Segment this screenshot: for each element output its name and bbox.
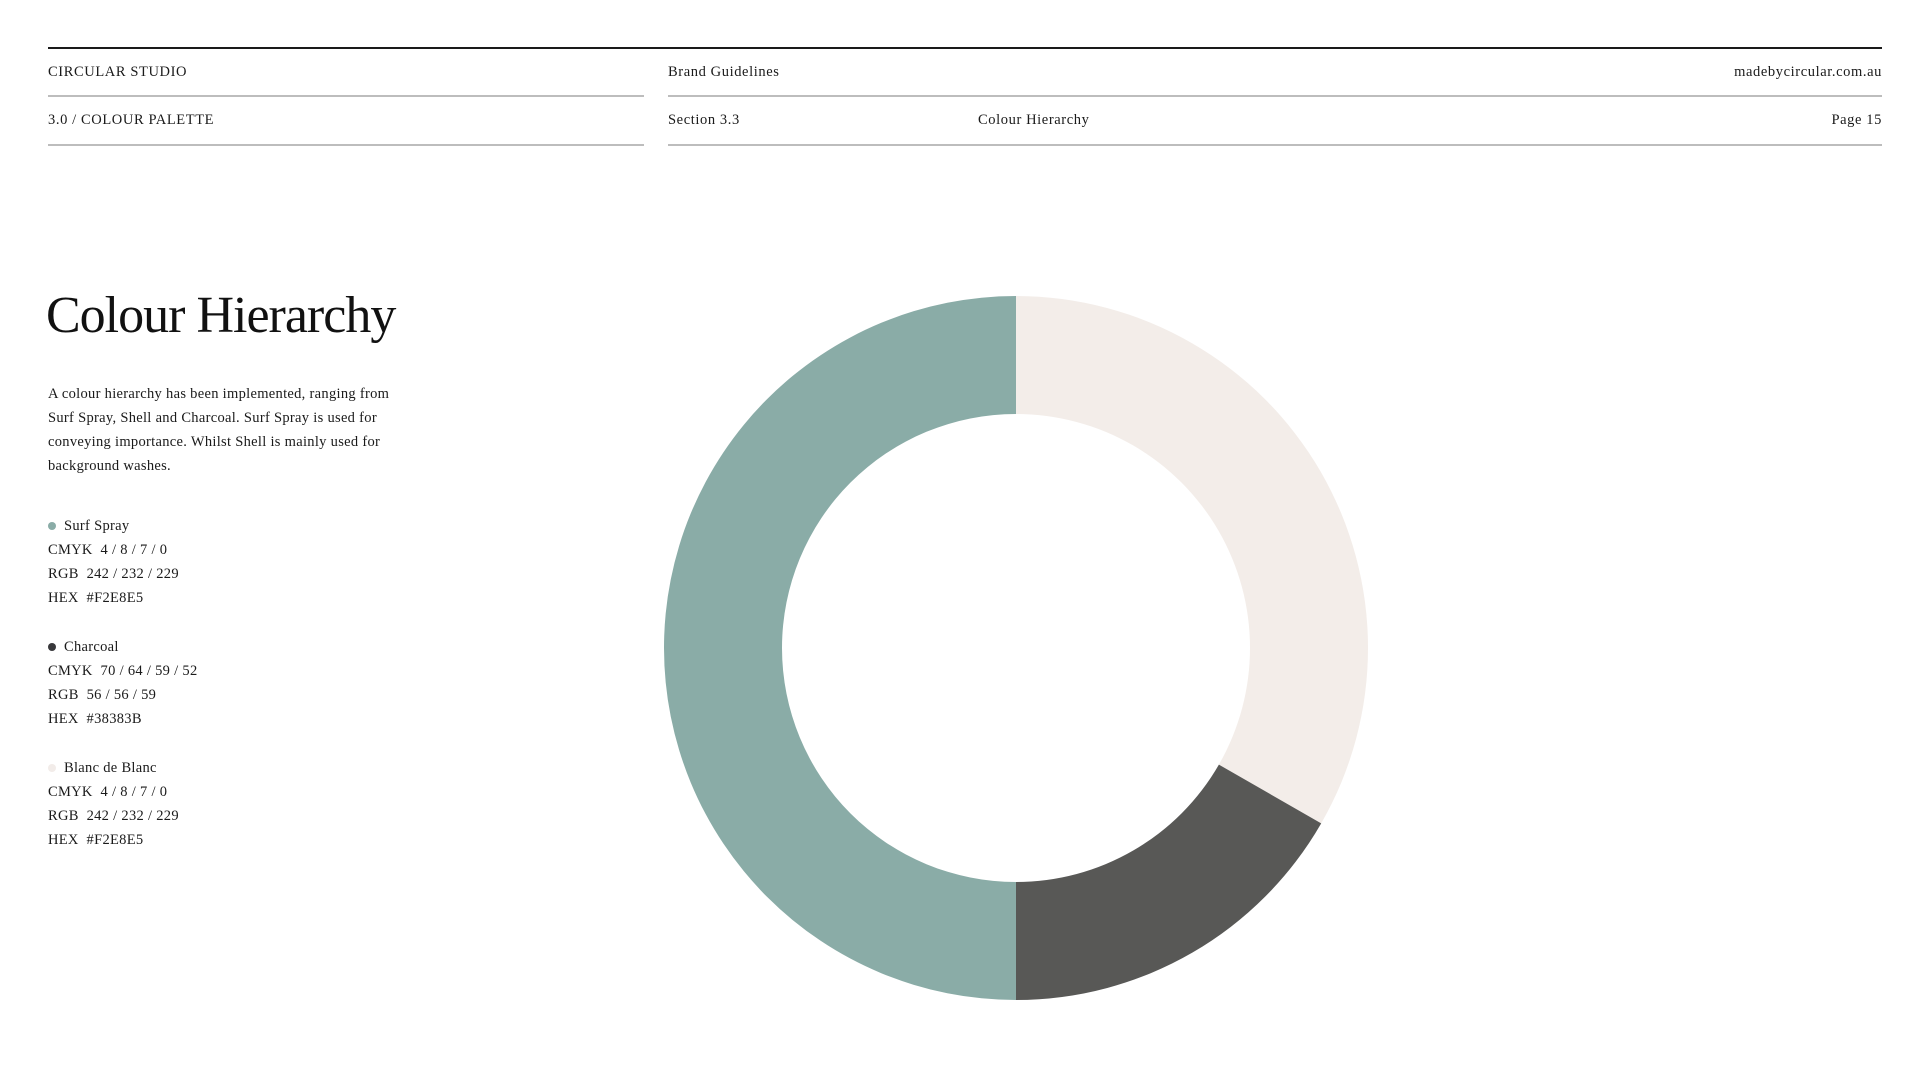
chapter-label: 3.0 / COLOUR PALETTE [48,112,215,128]
header-rule-right-1 [668,95,1882,97]
swatch-cmyk: CMYK 70 / 64 / 59 / 52 [48,663,198,679]
swatch-cmyk: CMYK 4 / 8 / 7 / 0 [48,784,168,800]
studio-name: CIRCULAR STUDIO [48,64,188,80]
swatch-name: Blanc de Blanc [64,760,157,776]
swatch-hex: HEX #38383B [48,711,142,727]
website-link[interactable]: madebycircular.com.au [1734,64,1882,81]
color-dot-icon [48,522,56,530]
header-rule-left-2 [48,144,644,146]
donut-slice-charcoal [1016,764,1322,1000]
page-number: Page 15 [1831,112,1882,128]
colour-hierarchy-donut-chart [664,296,1368,1000]
color-dot-icon [48,764,56,772]
header-rule-left-1 [48,95,644,97]
swatch-surf-spray: Surf Spray CMYK 4 / 8 / 7 / 0 RGB 242 / … [48,514,179,610]
section-title: Colour Hierarchy [978,112,1090,128]
swatch-charcoal: Charcoal CMYK 70 / 64 / 59 / 52 RGB 56 /… [48,635,198,731]
page-title: Colour Hierarchy [46,287,396,344]
donut-slice-surf-spray [664,296,1016,1000]
swatch-rgb: RGB 242 / 232 / 229 [48,808,179,824]
swatch-name: Charcoal [64,639,119,655]
swatch-hex: HEX #F2E8E5 [48,832,144,848]
description-text: A colour hierarchy has been implemented,… [48,386,390,474]
header-top-rule [48,47,1882,49]
swatch-name: Surf Spray [64,518,130,534]
swatch-blanc-de-blanc: Blanc de Blanc CMYK 4 / 8 / 7 / 0 RGB 24… [48,756,179,852]
header-rule-right-2 [668,144,1882,146]
swatch-rgb: RGB 242 / 232 / 229 [48,566,179,582]
document-title: Brand Guidelines [668,64,780,80]
donut-slice-blanc-de-blanc [1016,296,1368,824]
color-dot-icon [48,643,56,651]
swatch-hex: HEX #F2E8E5 [48,590,144,606]
swatch-cmyk: CMYK 4 / 8 / 7 / 0 [48,542,168,558]
section-number: Section 3.3 [668,112,740,128]
swatch-rgb: RGB 56 / 56 / 59 [48,687,157,703]
